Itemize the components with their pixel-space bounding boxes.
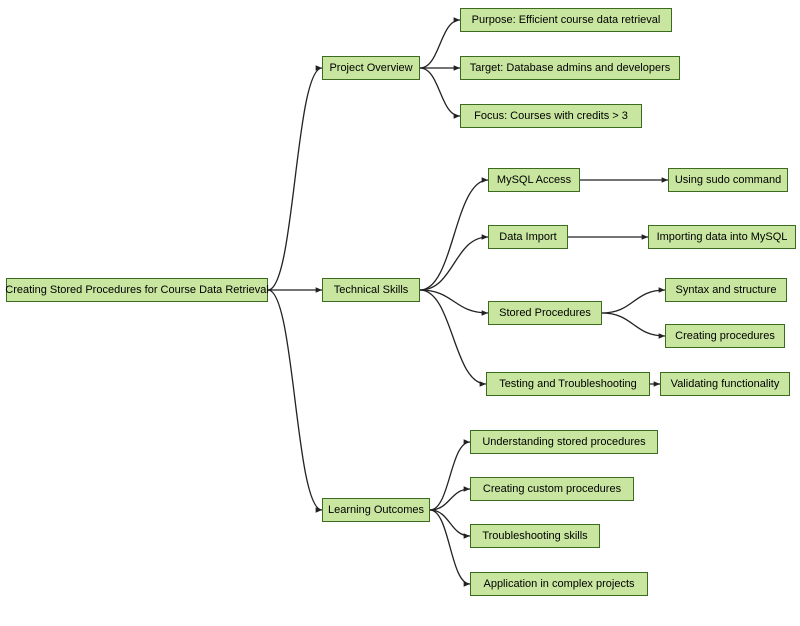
node-leaf: Importing data into MySQL: [648, 225, 796, 249]
node-overview-child: Target: Database admins and developers: [460, 56, 680, 80]
node-outcome-child: Application in complex projects: [470, 572, 648, 596]
node-label: Troubleshooting skills: [482, 530, 587, 543]
node-label: Target: Database admins and developers: [470, 62, 671, 75]
node-label: Understanding stored procedures: [482, 436, 645, 449]
node-label: Using sudo command: [675, 174, 781, 187]
node-skills: Technical Skills: [322, 278, 420, 302]
node-root: Creating Stored Procedures for Course Da…: [6, 278, 268, 302]
node-label: Creating custom procedures: [483, 483, 621, 496]
node-outcomes: Learning Outcomes: [322, 498, 430, 522]
node-outcome-child: Creating custom procedures: [470, 477, 634, 501]
edges-layer: [0, 0, 800, 626]
node-leaf: Creating procedures: [665, 324, 785, 348]
node-leaf: Syntax and structure: [665, 278, 787, 302]
node-label: Testing and Troubleshooting: [499, 378, 637, 391]
node-testing: Testing and Troubleshooting: [486, 372, 650, 396]
node-overview-child: Purpose: Efficient course data retrieval: [460, 8, 672, 32]
diagram-stage: Creating Stored Procedures for Course Da…: [0, 0, 800, 626]
node-overview-child: Focus: Courses with credits > 3: [460, 104, 642, 128]
node-label: Technical Skills: [334, 284, 409, 297]
node-overview: Project Overview: [322, 56, 420, 80]
node-leaf: Validating functionality: [660, 372, 790, 396]
node-label: Purpose: Efficient course data retrieval: [472, 14, 661, 27]
node-stored-procedures: Stored Procedures: [488, 301, 602, 325]
node-outcome-child: Understanding stored procedures: [470, 430, 658, 454]
node-label: Application in complex projects: [483, 578, 634, 591]
node-label: MySQL Access: [497, 174, 571, 187]
node-label: Creating Stored Procedures for Course Da…: [5, 284, 269, 297]
node-leaf: Using sudo command: [668, 168, 788, 192]
node-label: Syntax and structure: [676, 284, 777, 297]
node-label: Creating procedures: [675, 330, 775, 343]
node-outcome-child: Troubleshooting skills: [470, 524, 600, 548]
node-data-import: Data Import: [488, 225, 568, 249]
node-label: Data Import: [499, 231, 556, 244]
node-mysql-access: MySQL Access: [488, 168, 580, 192]
node-label: Importing data into MySQL: [657, 231, 788, 244]
node-label: Learning Outcomes: [328, 504, 424, 517]
node-label: Stored Procedures: [499, 307, 591, 320]
node-label: Validating functionality: [671, 378, 780, 391]
node-label: Project Overview: [329, 62, 412, 75]
node-label: Focus: Courses with credits > 3: [474, 110, 628, 123]
